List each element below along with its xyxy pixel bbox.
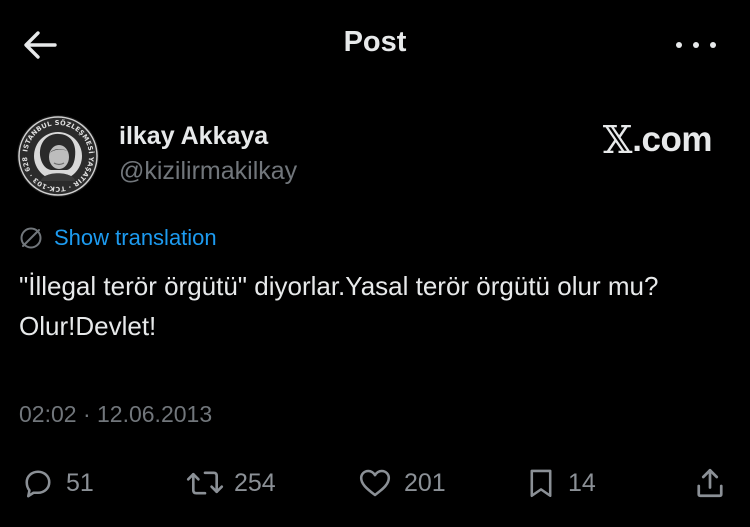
tweet-text: "İllegal terör örgütü" diyorlar.Yasal te… xyxy=(19,271,659,341)
reply-count: 51 xyxy=(66,468,94,497)
brand-logo: 𝕏 .com xyxy=(602,118,713,162)
author-handle[interactable]: @kizilirmakilkay xyxy=(119,157,297,186)
more-dots-icon xyxy=(676,42,682,48)
bookmark-icon xyxy=(530,469,552,498)
page-title: Post xyxy=(343,26,407,58)
share-button[interactable] xyxy=(692,458,728,508)
action-bar: 51 254 201 14 xyxy=(0,458,750,508)
like-button[interactable]: 201 xyxy=(356,458,446,508)
bookmark-count: 14 xyxy=(568,468,596,497)
more-options-button[interactable] xyxy=(676,38,716,52)
repost-count: 254 xyxy=(234,468,276,497)
show-translation-link[interactable]: Show translation xyxy=(19,224,217,252)
x-logo-icon: 𝕏 xyxy=(602,118,633,162)
avatar[interactable]: ISTANBUL SÖZLEŞMESİ YAŞATIR · TCK-103 · … xyxy=(17,115,99,197)
share-icon xyxy=(697,468,723,498)
author-name[interactable]: ilkay Akkaya xyxy=(119,122,268,151)
repost-icon xyxy=(186,471,224,495)
bookmark-button[interactable]: 14 xyxy=(524,458,596,508)
repost-button[interactable]: 254 xyxy=(186,458,276,508)
top-bar: Post xyxy=(0,0,750,90)
brand-text: .com xyxy=(632,120,712,159)
reply-icon xyxy=(25,470,51,498)
post-timestamp[interactable]: 02:02 · 12.06.2013 xyxy=(19,401,212,428)
heart-icon xyxy=(359,469,391,497)
avatar-image: ISTANBUL SÖZLEŞMESİ YAŞATIR · TCK-103 · … xyxy=(17,115,99,197)
show-translation-label: Show translation xyxy=(54,225,217,250)
like-count: 201 xyxy=(404,468,446,497)
translate-icon xyxy=(20,227,42,249)
reply-button[interactable]: 51 xyxy=(20,458,94,508)
